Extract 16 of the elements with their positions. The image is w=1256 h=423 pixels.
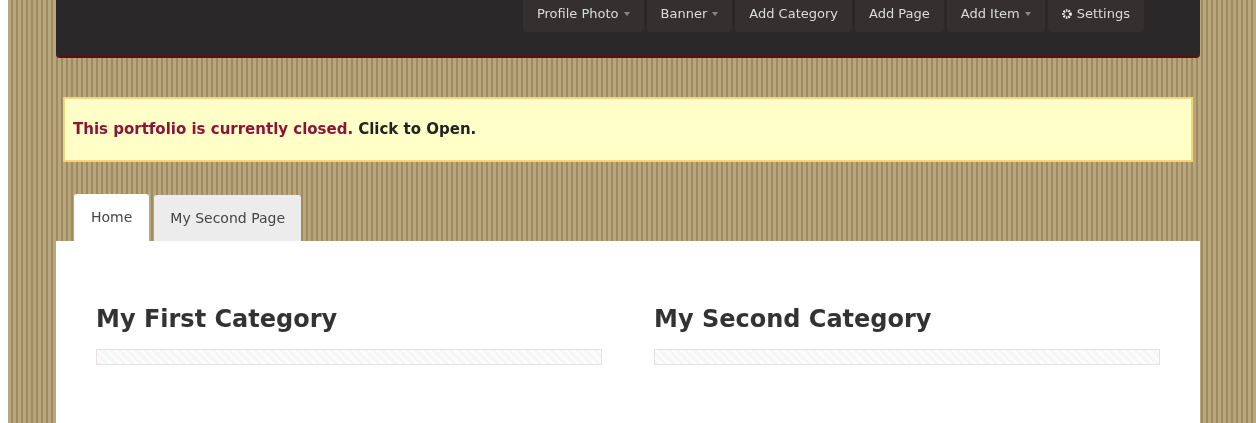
toolbar-button[interactable]: Add Category [735,0,852,32]
caret-icon [1024,12,1031,16]
open-link[interactable]: Click to Open. [358,118,477,141]
toolbar-button[interactable]: Add Item [946,0,1045,32]
category-title: My Second Category [654,304,933,335]
toolbar-button[interactable]: Add Page [855,0,944,32]
toolbar-button[interactable]: Settings [1047,0,1144,32]
settings-icon [1061,9,1072,19]
toolbar-button[interactable]: Profile Photo [522,0,644,32]
caret-icon [623,12,630,16]
caret-icon [712,12,719,16]
notice-text: This portfolio is currently closed. [73,119,354,141]
page-tab[interactable]: Home [74,194,150,241]
category-title: My First Category [96,304,339,335]
page-tab[interactable]: My Second Page [154,195,302,241]
toolbar-button[interactable]: Banner [646,0,733,32]
